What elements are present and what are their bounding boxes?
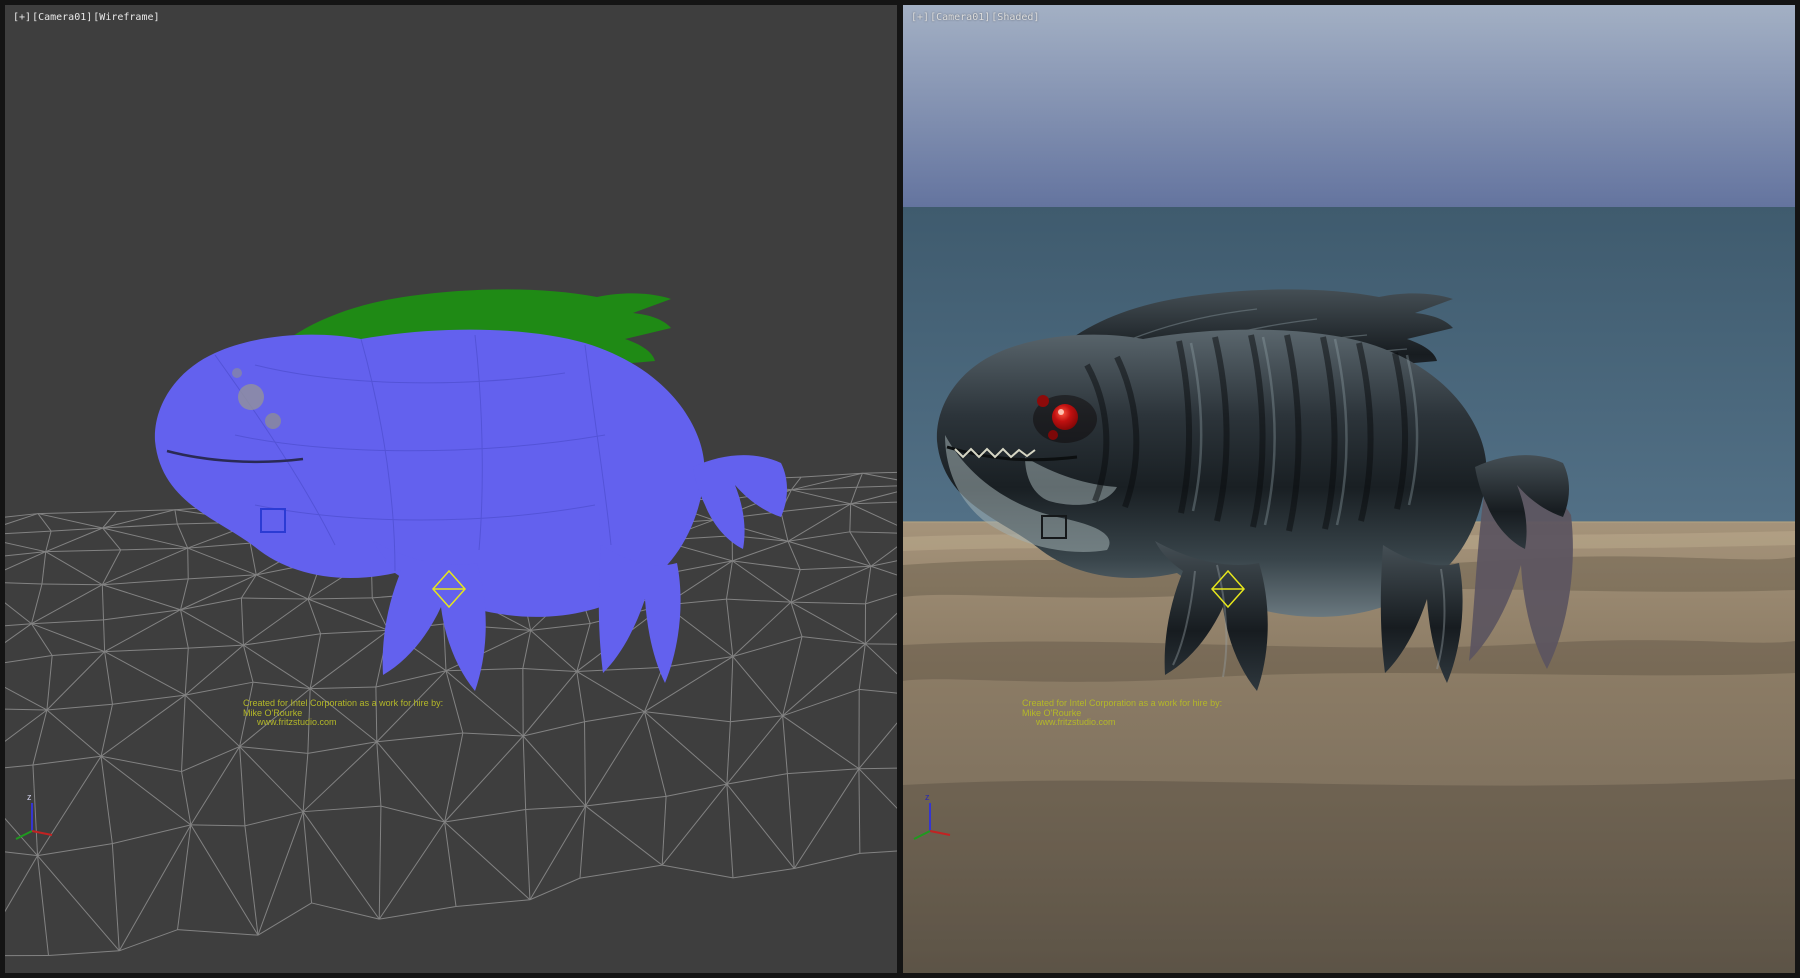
3d-app-viewport-area: z [+][Camera01][Wireframe] Created for I… [0,0,1800,978]
viewport-wireframe[interactable]: z [+][Camera01][Wireframe] Created for I… [5,5,897,973]
fish-eye-small-1 [1037,395,1049,407]
z-axis-label: z [27,792,32,802]
fish-eye-main [1052,404,1078,430]
viewport-menu-button[interactable]: [+] [13,12,31,23]
fish-eye [238,384,264,410]
viewport-pov-button[interactable]: [Camera01] [32,12,92,23]
z-axis-label: z [925,792,930,802]
watermark-line3: www.fritzstudio.com [257,718,443,728]
watermark-line3: www.fritzstudio.com [1036,718,1222,728]
fish-rear-fin[interactable] [693,455,787,549]
fish-eye-small-2 [1048,430,1058,440]
wireframe-scene-canvas[interactable]: z [5,5,897,973]
watermark: Created for Intel Corporation as a work … [243,699,443,728]
fish-eye-highlight [1058,409,1064,415]
fish-tail-fin[interactable] [599,545,681,683]
fish-model-wireframe[interactable] [155,289,787,691]
fish-eye-small [265,413,281,429]
viewport-shading-button[interactable]: [Wireframe] [93,12,159,23]
viewport-label-bar: [+][Camera01][Shaded] [911,12,1040,23]
viewport-shading-button[interactable]: [Shaded] [991,12,1039,23]
shaded-scene-canvas[interactable]: z [903,5,1795,973]
sky-background [903,5,1795,207]
watermark: Created for Intel Corporation as a work … [1022,699,1222,728]
fish-spot [232,368,242,378]
viewport-pov-button[interactable]: [Camera01] [930,12,990,23]
world-axis-tripod: z [16,792,52,839]
viewport-shaded[interactable]: z [+][Camera01][Shaded] Created for Inte… [903,5,1795,973]
viewport-menu-button[interactable]: [+] [911,12,929,23]
viewport-label-bar: [+][Camera01][Wireframe] [13,12,161,23]
